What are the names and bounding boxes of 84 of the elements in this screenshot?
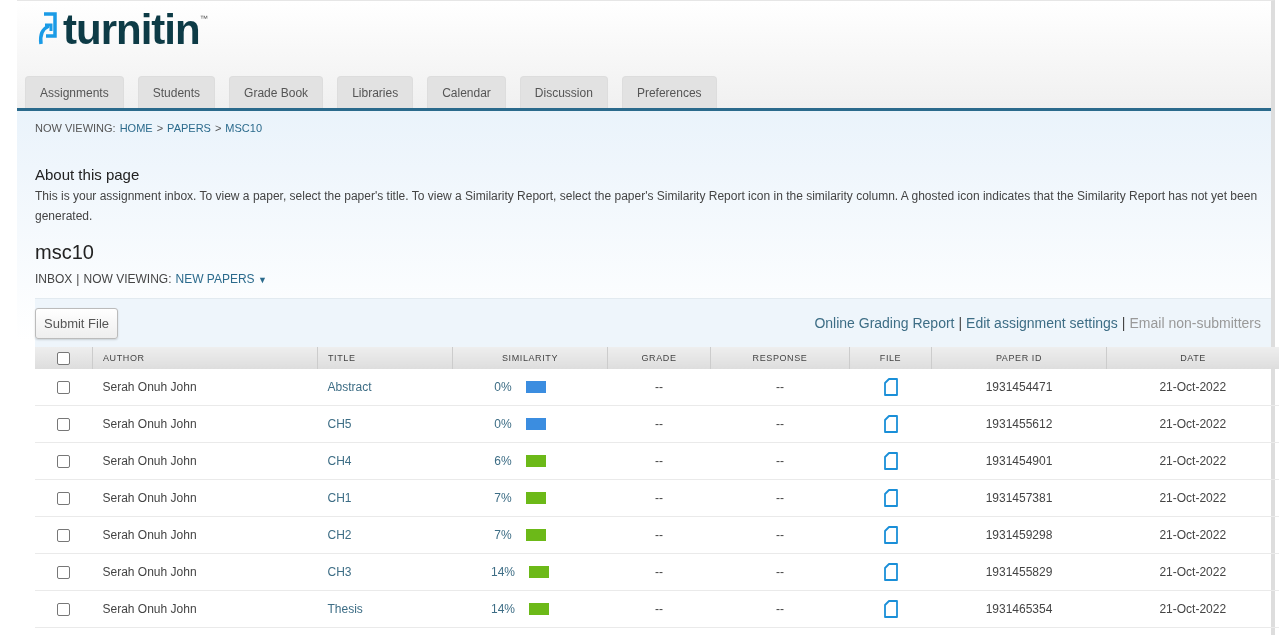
response-value: -- — [776, 417, 784, 431]
submission-date: 21-Oct-2022 — [1159, 602, 1227, 616]
paper-title-link[interactable]: CH2 — [327, 528, 352, 542]
column-header: FILE — [849, 347, 932, 369]
paper-title-link[interactable]: Thesis — [327, 602, 363, 616]
paper-title-link[interactable]: CH5 — [327, 417, 352, 431]
author-name: Serah Onuh John — [102, 602, 197, 616]
nav-tab[interactable]: Grade Book — [229, 76, 324, 108]
view-dropdown[interactable]: NEW PAPERS ▼ — [175, 272, 267, 286]
paper-title-link[interactable]: CH3 — [327, 565, 352, 579]
toolbar-link[interactable]: Edit assignment settings — [966, 315, 1118, 331]
similarity-score[interactable]: 14% — [491, 602, 515, 616]
breadcrumb-label: NOW VIEWING: — [35, 122, 116, 134]
submission-date: 21-Oct-2022 — [1159, 528, 1227, 542]
response-value: -- — [776, 380, 784, 394]
response-value: -- — [776, 454, 784, 468]
grade-value: -- — [655, 528, 663, 542]
similarity-score[interactable]: 0% — [494, 417, 512, 431]
grade-value: -- — [655, 602, 663, 616]
viewing-label: NOW VIEWING: — [83, 272, 172, 286]
response-value: -- — [776, 528, 784, 542]
column-header: TITLE — [317, 347, 453, 369]
similarity-score[interactable]: 14% — [491, 565, 515, 579]
author-name: Serah Onuh John — [102, 454, 197, 468]
submission-date: 21-Oct-2022 — [1159, 454, 1227, 468]
response-value: -- — [776, 565, 784, 579]
author-name: Serah Onuh John — [102, 528, 197, 542]
submit-file-button[interactable]: Submit File — [35, 307, 119, 339]
separator: | — [1121, 315, 1126, 331]
breadcrumb-link[interactable]: MSC10 — [225, 122, 263, 134]
breadcrumb-link[interactable]: PAPERS — [167, 122, 211, 134]
column-header: AUTHOR — [92, 347, 318, 369]
paper-title-link[interactable]: Abstract — [327, 380, 372, 394]
paper-id: 1931454471 — [985, 380, 1053, 394]
similarity-score[interactable]: 7% — [494, 491, 512, 505]
paper-title-link[interactable]: CH4 — [327, 454, 352, 468]
grade-value: -- — [655, 491, 663, 505]
column-header: DATE — [1106, 347, 1279, 369]
submission-date: 21-Oct-2022 — [1159, 491, 1227, 505]
author-name: Serah Onuh John — [102, 491, 197, 505]
info-paragraph: This is your assignment inbox. To view a paper, select the paper's title. To view a Similarity Report, select the paper's Similarity Report icon in the similarity column. A ghosted icon indicates that the Similarity Report has not yet been generated. — [35, 188, 1259, 225]
response-value: -- — [776, 491, 784, 505]
nav-tab[interactable]: Preferences — [621, 76, 717, 108]
author-name: Serah Onuh John — [102, 380, 197, 394]
submission-date: 21-Oct-2022 — [1159, 417, 1227, 431]
nav-tab[interactable]: Calendar — [427, 76, 506, 108]
inbox-label: INBOX — [35, 272, 73, 286]
logo-text: turnitin — [63, 8, 200, 52]
grade-value: -- — [655, 417, 663, 431]
nav-tab[interactable]: Assignments — [25, 76, 124, 108]
section-heading: About this page — [35, 166, 141, 183]
grade-value: -- — [655, 565, 663, 579]
paper-id: 1931455829 — [985, 565, 1053, 579]
nav-tab[interactable]: Libraries — [337, 76, 414, 108]
column-header: GRADE — [607, 347, 711, 369]
similarity-score[interactable]: 0% — [494, 380, 512, 394]
grade-value: -- — [655, 454, 663, 468]
paper-id: 1931465354 — [985, 602, 1053, 616]
nav-tab[interactable]: Students — [137, 76, 216, 108]
paper-id: 1931459298 — [985, 528, 1053, 542]
paper-id: 1931455612 — [985, 417, 1053, 431]
breadcrumb-separator: > — [156, 122, 164, 134]
nav-tab[interactable]: Discussion — [519, 76, 608, 108]
author-name: Serah Onuh John — [102, 565, 197, 579]
breadcrumb-link[interactable]: HOME — [119, 122, 153, 134]
grade-value: -- — [655, 380, 663, 394]
paper-title-link[interactable]: CH1 — [327, 491, 352, 505]
paper-id: 1931454901 — [985, 454, 1053, 468]
toolbar-link[interactable]: Online Grading Report — [814, 315, 955, 331]
submission-date: 21-Oct-2022 — [1159, 380, 1227, 394]
breadcrumb-separator: > — [214, 122, 222, 134]
assignment-title: msc10 — [35, 241, 95, 264]
similarity-score[interactable]: 6% — [494, 454, 512, 468]
submission-date: 21-Oct-2022 — [1159, 565, 1227, 579]
author-name: Serah Onuh John — [102, 417, 197, 431]
trademark-mark: ™ — [199, 14, 208, 23]
column-header: PAPER ID — [931, 347, 1107, 369]
column-header: RESPONSE — [710, 347, 850, 369]
column-header: SIMILARITY — [452, 347, 608, 369]
similarity-score[interactable]: 7% — [494, 528, 512, 542]
response-value: -- — [776, 602, 784, 616]
separator: | — [958, 315, 963, 331]
paper-id: 1931457381 — [985, 491, 1053, 505]
separator: | — [76, 272, 80, 286]
